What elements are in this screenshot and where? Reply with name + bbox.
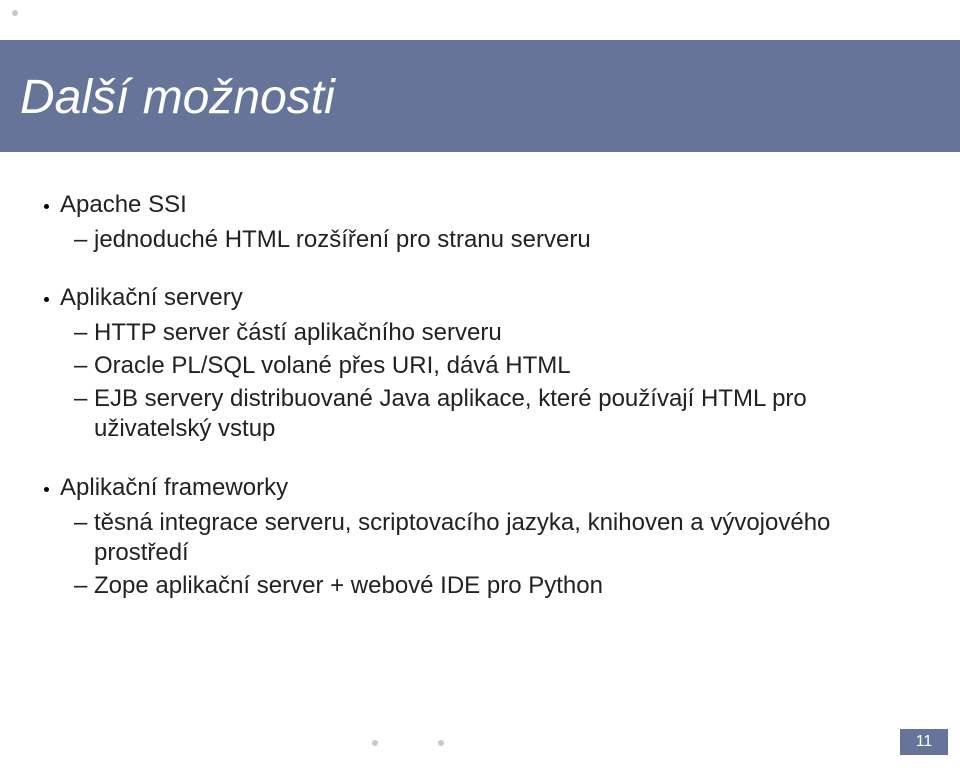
bullet-l2: – Oracle PL/SQL volané přes URI, dává HT…	[94, 351, 920, 382]
bullet-dot-icon	[44, 487, 49, 492]
bullet-dot-icon	[44, 297, 49, 302]
bullet-l1-label: Apache SSI	[60, 191, 187, 218]
bullet-l1: Apache SSI	[60, 190, 920, 221]
bullet-l2-label: těsná integrace serveru, scriptovacího j…	[94, 509, 830, 567]
decor-dot	[12, 10, 18, 16]
bullet-l1-label: Aplikační servery	[60, 284, 243, 311]
bullet-l2-label: Zope aplikační server + webové IDE pro P…	[94, 572, 603, 599]
decor-dot	[372, 740, 378, 746]
bullet-l2: – EJB servery distribuované Java aplikac…	[94, 384, 920, 445]
dash-icon: –	[74, 384, 87, 415]
page-number-badge: 11	[900, 729, 948, 755]
bullet-l2: – těsná integrace serveru, scriptovacího…	[94, 508, 920, 569]
page-number: 11	[916, 733, 933, 750]
bullet-l2: – HTTP server částí aplikačního serveru	[94, 318, 920, 349]
dash-icon: –	[74, 225, 87, 256]
dash-icon: –	[74, 318, 87, 349]
bullet-l1: Aplikační servery	[60, 283, 920, 314]
bullet-l2-label: HTTP server částí aplikačního serveru	[94, 319, 502, 346]
bullet-dot-icon	[44, 204, 49, 209]
bullet-l2-label: EJB servery distribuované Java aplikace,…	[94, 385, 807, 443]
page-title: Další možnosti	[20, 70, 335, 125]
dash-icon: –	[74, 571, 87, 602]
slide-content: Apache SSI – jednoduché HTML rozšíření p…	[40, 190, 920, 604]
dash-icon: –	[74, 351, 87, 382]
bullet-l2: – Zope aplikační server + webové IDE pro…	[94, 571, 920, 602]
bullet-l1-label: Aplikační frameworky	[60, 474, 288, 501]
decor-dot	[438, 740, 444, 746]
title-banner: Další možnosti	[0, 40, 960, 152]
dash-icon: –	[74, 508, 87, 539]
bullet-l2-label: Oracle PL/SQL volané přes URI, dává HTML	[94, 352, 571, 379]
bullet-l1: Aplikační frameworky	[60, 473, 920, 504]
bullet-l2: – jednoduché HTML rozšíření pro stranu s…	[94, 225, 920, 256]
bullet-l2-label: jednoduché HTML rozšíření pro stranu ser…	[94, 226, 591, 253]
